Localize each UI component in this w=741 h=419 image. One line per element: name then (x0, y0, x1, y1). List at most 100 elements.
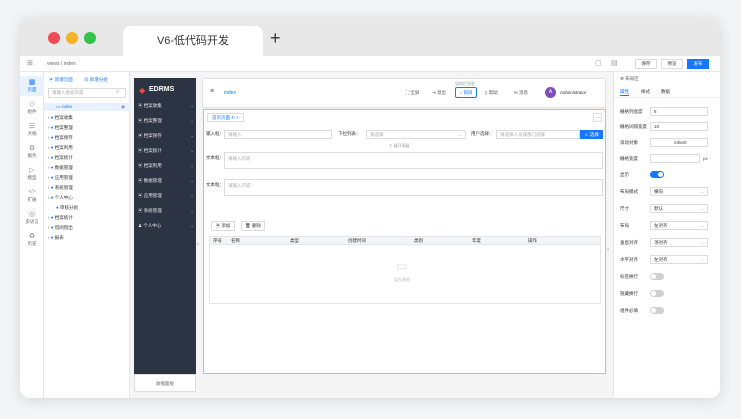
tree-item[interactable]: › ● 系统管理 (48, 184, 73, 192)
grid-icon[interactable]: ⊞ (27, 60, 33, 68)
code-icon: </> (28, 189, 36, 195)
field-label: 栅格间隔宽度 (620, 124, 647, 129)
field-input[interactable]: inherit (650, 138, 708, 147)
left-collapse-handle[interactable]: ‹ (197, 242, 199, 248)
tree-item-selected[interactable]: ▭ index ◉ (44, 103, 130, 111)
app-menu-item[interactable]: ▣ 数据管理 ⌄ (138, 175, 194, 187)
field-select[interactable]: 横向 ⌄ (650, 187, 708, 196)
tab-properties[interactable]: 属性 (620, 89, 629, 96)
avatar[interactable]: A (545, 87, 556, 98)
collapse-panel-button[interactable]: 收缩面板 (134, 374, 196, 392)
tree-search-input[interactable]: 请输入搜索内容 (48, 88, 126, 98)
rail-item-components[interactable]: ◇ 组件 (20, 100, 44, 115)
tree-item[interactable]: › ● 应用管理 (48, 174, 73, 182)
panel-divider (614, 97, 720, 98)
preview-button[interactable]: 预览 (661, 59, 683, 69)
chevron-down-icon: ⌄ (700, 206, 704, 211)
field-label: 垂直对齐 (620, 240, 638, 245)
form-input[interactable]: 请输入 (224, 130, 332, 139)
tree-item[interactable]: › ● 档案收集 (48, 114, 73, 122)
field-select[interactable]: 左对齐 ⌄ (650, 255, 708, 264)
field-select[interactable]: 顶对齐 ⌄ (650, 238, 708, 247)
app-menu-item[interactable]: ▣ 档案保存 ⌄ (138, 130, 194, 142)
rail-item-services[interactable]: ⚙ 服务 (20, 144, 44, 159)
app-menu-item[interactable]: ▣ 系统管理 ⌄ (138, 205, 194, 217)
save-button[interactable]: 保存 (635, 59, 657, 69)
new-tab-button[interactable]: + (270, 28, 281, 49)
app-menu-item[interactable]: ▣ 档案收集 ⌄ (138, 100, 194, 112)
field-label: 尺寸 (620, 206, 629, 211)
publish-button[interactable]: 发布 (687, 59, 709, 69)
rail-item-extensions[interactable]: </> 扩展 (20, 188, 44, 203)
user-name[interactable]: Administrator (560, 90, 587, 95)
form-select[interactable]: 请选择 ⌄ (366, 130, 466, 139)
field-input[interactable]: 10 (650, 122, 708, 131)
help-button[interactable]: ▯ 帮助 (485, 90, 498, 96)
app-sidebar: ◆ EDRMS ▣ 档案收集 ⌄ ▣ 档案整理 ⌄ ▣ 档案保存 ⌄ ▣ 档案统计 ⌄ … (134, 78, 196, 374)
fullscreen-button[interactable]: ⛶ 全屏 (406, 90, 419, 96)
add-page-button[interactable]: ▣ 新增页面 (49, 77, 73, 83)
tree-item[interactable]: › ● 档案利用 (48, 144, 73, 152)
globe-icon: ◎ (28, 211, 36, 218)
page-tab[interactable]: 首页页面 ↻ × (207, 113, 244, 122)
rail-item-i18n[interactable]: ◎ 多语言 (20, 210, 44, 225)
field-input[interactable] (650, 154, 700, 163)
maximize-window-dot[interactable] (84, 32, 96, 44)
more-icon[interactable]: … (593, 113, 602, 122)
tree-item[interactable]: › ● 档案统计 (48, 214, 73, 222)
close-window-dot[interactable] (48, 32, 60, 44)
hide-wrap-toggle[interactable] (650, 290, 664, 297)
app-menu-item[interactable]: ▣ 档案利用 ⌄ (138, 160, 194, 172)
exit-button[interactable]: ⇥ 退出 (432, 90, 446, 96)
tree-item[interactable]: › ● 借阅借出 (48, 224, 73, 232)
design-canvas: ◆ EDRMS ▣ 档案收集 ⌄ ▣ 档案整理 ⌄ ▣ 档案保存 ⌄ ▣ 档案统计 ⌄ … (130, 72, 613, 398)
browser-tab[interactable]: V6-低代码开发 (123, 26, 263, 56)
app-menu-item[interactable]: ▣ 档案整理 ⌄ (138, 115, 194, 127)
lock-button[interactable]: ⌂ 锁屏 (455, 87, 477, 98)
app-menu-item[interactable]: ▣ 应用管理 ⌄ (138, 190, 194, 202)
tab-style[interactable]: 样式 (641, 89, 650, 95)
label-wrap-toggle[interactable] (650, 273, 664, 280)
tree-item[interactable]: › ● 档案保存 (48, 134, 73, 142)
add-button[interactable]: ▣ 添加 (211, 221, 235, 231)
tree-item[interactable]: › ● 报表 (48, 234, 64, 242)
eye-icon[interactable]: ◉ (121, 103, 125, 111)
rail-item-models[interactable]: ▷ 模型 (20, 166, 44, 181)
column-header: 名称 (231, 238, 240, 243)
layout-icon[interactable]: ▢ (595, 59, 602, 67)
tree-item[interactable]: ● 审核分组 (48, 204, 78, 212)
field-select[interactable]: 默认 ⌄ (650, 204, 708, 213)
required-toggle[interactable] (650, 307, 664, 314)
logo-icon: ◆ (139, 86, 146, 95)
rail-item-history[interactable]: ♻ 历史 (20, 232, 44, 247)
field-select[interactable]: 左对齐 ⌄ (650, 221, 708, 230)
tree-item[interactable]: › ● 数据管理 (48, 164, 73, 172)
layout-area[interactable]: 首页页面 ↻ × … 输入框： 请输入 下拉列表： 请选择 ⌄ 用户选择： 请选择… (203, 109, 606, 374)
user-select-label: 用户选择： (471, 131, 494, 136)
minimize-window-dot[interactable] (66, 32, 78, 44)
user-select-button[interactable]: ☺ 选择 (580, 130, 603, 139)
delete-button[interactable]: 🗑 删除 (241, 221, 265, 231)
add-group-button[interactable]: ▦ 新增分组 (84, 77, 108, 83)
empty-data-icon: ▭ (396, 259, 408, 273)
form-textarea-2[interactable]: 请输入内容 (224, 179, 603, 196)
tree-item[interactable]: › ● 档案整理 (48, 124, 73, 132)
left-rail: ▦ 页面 ◇ 组件 ☰ 大纲 ⚙ 服务 ▷ 模型 </> 扩展 ◎ 多语言 ♻ 历史 (20, 72, 44, 398)
app-menu-item[interactable]: ▣ 档案统计 ⌄ (138, 145, 194, 157)
field-input[interactable]: 6 (650, 107, 708, 116)
tree-item[interactable]: › ● 档案统计 (48, 154, 73, 162)
message-button[interactable]: ✉ 消息 (514, 90, 528, 96)
search-icon[interactable]: ⌕ (116, 89, 119, 96)
tree-item[interactable]: › ● 个人中心 (48, 194, 73, 202)
user-select-input[interactable]: 请选择人员或部门选择 (496, 130, 580, 139)
expand-advanced-link[interactable]: ⇕ 展开高级 (389, 143, 409, 149)
rail-item-outline[interactable]: ☰ 大纲 (20, 122, 44, 137)
right-collapse-handle[interactable]: › (607, 247, 609, 253)
app-menu-item[interactable]: ♟ 个人中心 ⌄ (138, 220, 194, 232)
visible-toggle[interactable] (650, 171, 664, 178)
tab-data[interactable]: 数据 (661, 89, 670, 95)
rail-item-pages[interactable]: ▦ 页面 (20, 76, 44, 96)
page-icon[interactable]: ▤ (611, 59, 618, 67)
form-textarea[interactable]: 请输入内容 (224, 152, 603, 169)
menu-icon[interactable]: ≡ (210, 88, 214, 95)
